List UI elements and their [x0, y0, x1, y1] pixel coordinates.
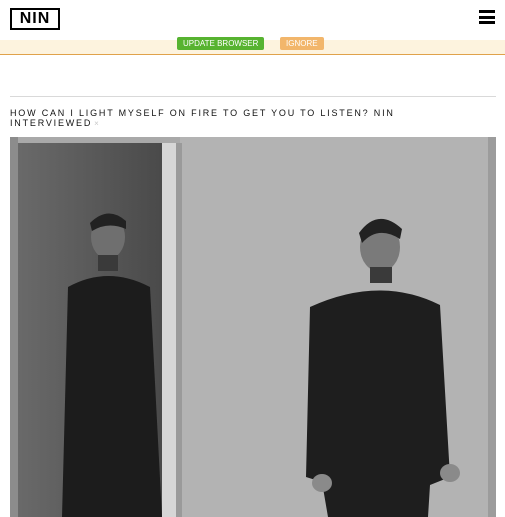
update-browser-button[interactable]: UPDATE BROWSER [177, 37, 265, 50]
menu-bar [479, 10, 495, 13]
close-icon[interactable]: × [94, 119, 100, 128]
site-header: NIN [0, 0, 505, 40]
article-title-text: HOW CAN I LIGHT MYSELF ON FIRE TO GET YO… [10, 108, 395, 128]
band-photo-illustration [10, 137, 496, 517]
hamburger-menu-icon[interactable] [479, 10, 495, 24]
ignore-button[interactable]: IGNORE [280, 37, 324, 50]
article-photo [10, 137, 496, 517]
nin-logo[interactable]: NIN [10, 8, 60, 30]
article-title[interactable]: HOW CAN I LIGHT MYSELF ON FIRE TO GET YO… [10, 108, 480, 129]
menu-bar [479, 15, 495, 19]
menu-bar [479, 21, 495, 24]
divider [10, 96, 496, 97]
